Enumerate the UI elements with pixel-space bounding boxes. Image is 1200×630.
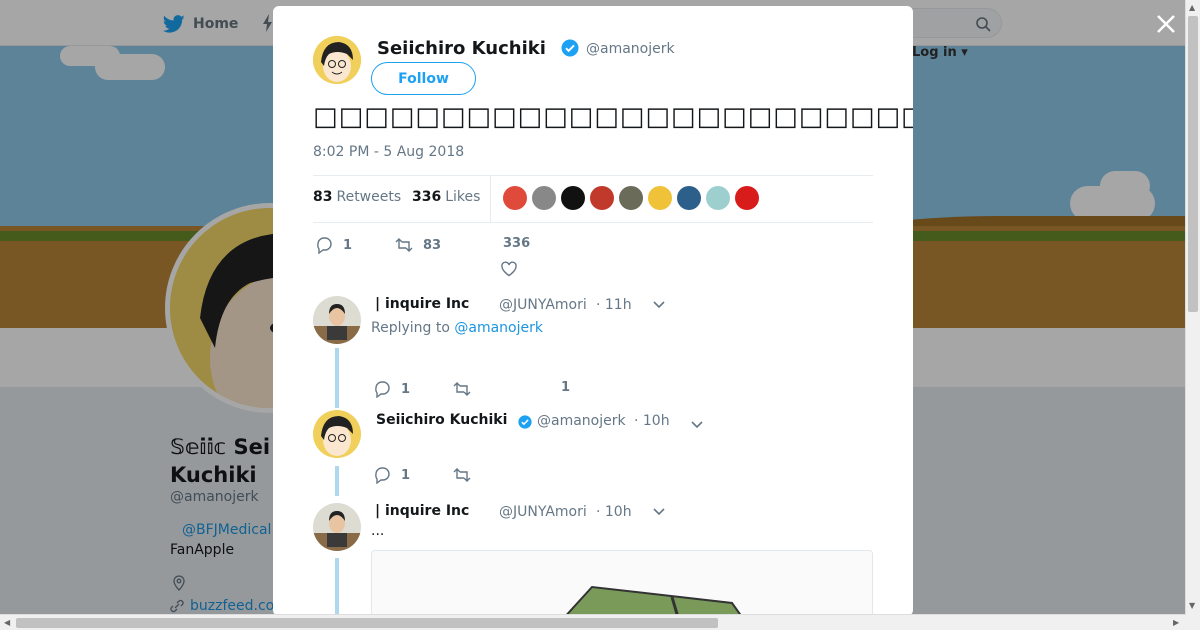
retweet-icon xyxy=(453,468,471,482)
reply-item: Seiichiro Kuchiki @amanojerk · 10h 1 xyxy=(313,410,873,496)
reply-time[interactable]: · 10h xyxy=(596,504,632,520)
reply-time[interactable]: · 11h xyxy=(596,297,632,313)
reply-text: ... xyxy=(371,523,385,539)
author-avatar[interactable] xyxy=(313,36,361,84)
tweet-actions: 1 83 336 xyxy=(313,234,873,284)
like-count-action[interactable]: 1 xyxy=(561,380,570,395)
author-name[interactable]: Seiichiro Kuchiki xyxy=(377,38,546,59)
liker-avatar[interactable] xyxy=(619,186,643,210)
liker-avatar[interactable] xyxy=(532,186,556,210)
replying-to: Replying to @amanojerk xyxy=(371,320,543,336)
liker-avatar[interactable] xyxy=(735,186,759,210)
liker-avatar[interactable] xyxy=(677,186,701,210)
retweet-action[interactable]: 83 xyxy=(395,236,441,254)
horizontal-scrollbar[interactable]: ◀ ▶ xyxy=(0,614,1185,630)
retweet-icon xyxy=(395,238,413,252)
reply-avatar[interactable] xyxy=(313,296,361,344)
reply-avatar[interactable] xyxy=(313,503,361,551)
retweets-stat[interactable]: 83 Retweets xyxy=(313,189,401,205)
verified-badge-icon xyxy=(518,415,532,429)
reply-author-name[interactable]: | inquire Inc xyxy=(375,503,469,519)
reply-icon xyxy=(317,237,332,254)
tweet-timestamp[interactable]: 8:02 PM - 5 Aug 2018 xyxy=(313,144,464,160)
liker-avatar[interactable] xyxy=(503,186,527,210)
liker-avatar[interactable] xyxy=(648,186,672,210)
liker-avatar[interactable] xyxy=(561,186,585,210)
chevron-down-icon[interactable] xyxy=(653,301,665,309)
reply-author-handle[interactable]: @JUNYAmori xyxy=(499,504,587,520)
tweet-text: □□□□□□□□□□□□□□□□□□□□□□□□□□□□□□□□□□□□□□□□… xyxy=(313,102,913,132)
likes-count: 336 xyxy=(412,189,442,205)
like-count-action[interactable]: 336 xyxy=(503,236,530,251)
reply-count: 1 xyxy=(401,467,411,483)
like-count: 336 xyxy=(503,236,531,251)
reply-action[interactable]: 1 xyxy=(373,466,410,484)
retweets-label: Retweets xyxy=(336,189,402,205)
liker-avatar[interactable] xyxy=(590,186,614,210)
reply-icon xyxy=(375,467,390,484)
reply-action[interactable]: 1 xyxy=(315,236,352,254)
reply-time[interactable]: · 10h xyxy=(634,413,670,429)
author-handle[interactable]: @amanojerk xyxy=(586,41,675,57)
reply-count: 1 xyxy=(343,237,353,253)
reply-count: 1 xyxy=(401,381,411,397)
replying-to-link[interactable]: @amanojerk xyxy=(454,320,543,336)
vertical-scrollbar[interactable]: ▲ ▼ xyxy=(1185,0,1200,615)
reply-avatar[interactable] xyxy=(313,410,361,458)
likes-label: Likes xyxy=(445,189,481,205)
reply-item: | inquire Inc @JUNYAmori · 11h Replying … xyxy=(313,296,873,408)
reply-author-name[interactable]: Seiichiro Kuchiki xyxy=(376,412,507,428)
retweet-action[interactable] xyxy=(453,466,471,484)
follow-button[interactable]: Follow xyxy=(371,62,476,95)
chevron-down-icon[interactable] xyxy=(653,508,665,516)
chevron-down-icon[interactable] xyxy=(691,421,703,429)
tweet-stats: 83 Retweets 336 Likes xyxy=(313,175,873,223)
close-icon[interactable] xyxy=(1154,12,1178,36)
verified-badge-icon xyxy=(561,39,579,57)
liker-avatar[interactable] xyxy=(706,186,730,210)
like-count: 1 xyxy=(561,380,571,395)
retweet-count: 83 xyxy=(423,237,442,253)
reply-author-handle[interactable]: @JUNYAmori xyxy=(499,297,587,313)
reply-author-name[interactable]: | inquire Inc xyxy=(375,296,469,312)
media-card[interactable] xyxy=(371,550,873,616)
heart-icon[interactable] xyxy=(500,260,518,278)
likers-avatars xyxy=(503,186,759,210)
likes-stat[interactable]: 336 Likes xyxy=(412,189,480,205)
reply-icon xyxy=(375,381,390,398)
retweet-action[interactable] xyxy=(453,380,471,398)
retweet-icon xyxy=(453,382,471,396)
reply-author-handle[interactable]: @amanojerk xyxy=(537,413,626,429)
retweets-count: 83 xyxy=(313,189,333,205)
tweet-modal: Seiichiro Kuchiki @amanojerk Follow □□□□… xyxy=(273,6,913,616)
replying-to-prefix: Replying to xyxy=(371,320,450,336)
reply-action[interactable]: 1 xyxy=(373,380,410,398)
